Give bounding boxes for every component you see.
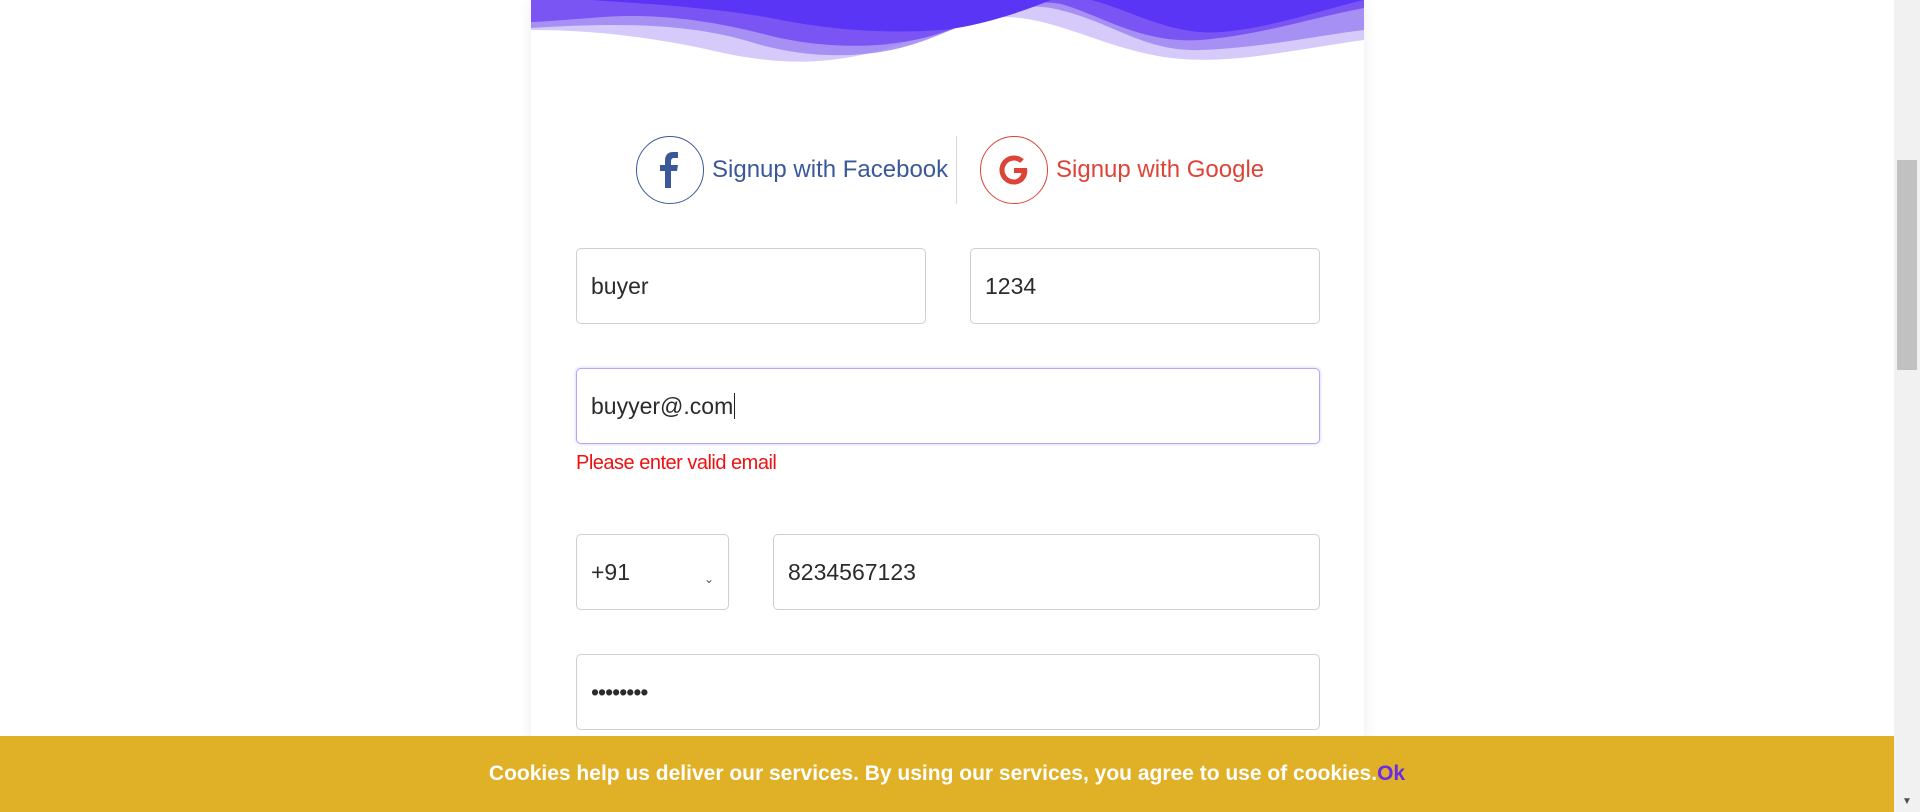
facebook-signup-button[interactable]: Signup with Facebook [636,136,948,204]
google-signup-label: Signup with Google [1056,156,1265,183]
page: Signup with Facebook Signup with Google … [0,0,1894,812]
country-code-select[interactable]: +91 ⌄ [576,534,729,610]
vertical-scrollbar[interactable]: ▼ [1894,0,1920,812]
first-name-field[interactable]: buyer [576,248,926,324]
social-divider [956,136,957,204]
facebook-signup-label: Signup with Facebook [712,156,949,183]
last-name-value: 1234 [985,272,1037,299]
phone-field[interactable]: 8234567123 [773,534,1320,610]
email-value: buyyer@.com [591,392,734,419]
phone-value: 8234567123 [788,558,916,585]
header-wave [531,0,1364,62]
first-name-value: buyer [591,272,649,299]
cookie-banner: Cookies help us deliver our services. By… [0,736,1894,812]
last-name-field[interactable]: 1234 [970,248,1320,324]
google-signup-button[interactable]: Signup with Google [980,136,1264,204]
cookie-ok-button[interactable]: Ok [1377,762,1405,786]
country-code-value: +91 [591,558,631,585]
google-icon [980,136,1048,204]
chevron-down-icon: ⌄ [703,572,714,586]
facebook-icon [636,136,704,204]
email-error-message: Please enter valid email [576,452,777,474]
social-signup-row: Signup with Facebook Signup with Google [531,136,1364,204]
text-caret [734,393,736,419]
scroll-thumb[interactable] [1897,160,1917,370]
signup-card: Signup with Facebook Signup with Google … [531,0,1364,812]
password-value: •••••••• [591,678,648,705]
email-field[interactable]: buyyer@.com [576,368,1320,444]
scroll-down-arrow-icon[interactable]: ▼ [1894,790,1920,812]
cookie-message: Cookies help us deliver our services. By… [488,762,1378,785]
password-field[interactable]: •••••••• [576,654,1320,730]
